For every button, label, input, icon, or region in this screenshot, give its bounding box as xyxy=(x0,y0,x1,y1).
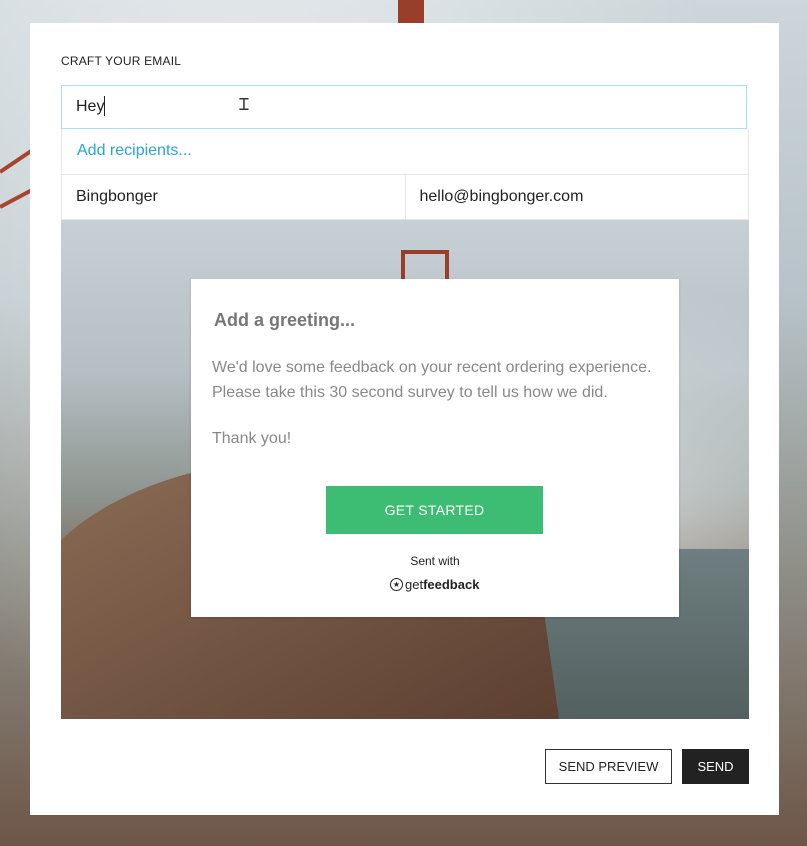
bridge-tower xyxy=(398,0,424,24)
recipients-row: Add recipients... xyxy=(61,129,749,175)
subject-input[interactable] xyxy=(61,85,747,129)
email-body-card: Add a greeting... We'd love some feedbac… xyxy=(191,279,679,617)
email-preview: Add a greeting... We'd love some feedbac… xyxy=(61,220,749,719)
recipient-email[interactable]: hello@bingbonger.com xyxy=(404,175,749,219)
bridge-tower xyxy=(401,250,449,280)
body-line: Please take this 30 second survey to tel… xyxy=(212,384,608,401)
text-caret xyxy=(104,96,105,116)
get-started-button[interactable]: GET STARTED xyxy=(326,486,543,534)
recipient-name[interactable]: Bingbonger xyxy=(62,175,405,219)
section-title: CRAFT YOUR EMAIL xyxy=(61,54,182,68)
ibeam-cursor-icon: Ꮖ xyxy=(239,95,250,114)
sent-with-label: Sent with xyxy=(410,554,460,568)
add-recipients-link[interactable]: Add recipients... xyxy=(77,142,192,160)
getfeedback-logo: ★ get feedback xyxy=(390,577,479,592)
send-preview-button[interactable]: SEND PREVIEW xyxy=(545,749,672,784)
brand-prefix: get xyxy=(405,577,424,592)
sign-off: Thank you! xyxy=(212,430,292,447)
recipient-row: Bingbonger hello@bingbonger.com xyxy=(61,175,749,220)
star-icon: ★ xyxy=(390,578,403,591)
brand-name: feedback xyxy=(423,577,480,592)
greeting-placeholder[interactable]: Add a greeting... xyxy=(214,310,355,331)
email-composer-card: CRAFT YOUR EMAIL Ꮖ Add recipients... Bin… xyxy=(30,23,779,815)
send-button[interactable]: SEND xyxy=(682,749,749,784)
body-line: We'd love some feedback on your recent o… xyxy=(212,359,652,376)
email-body-text: We'd love some feedback on your recent o… xyxy=(212,355,662,405)
